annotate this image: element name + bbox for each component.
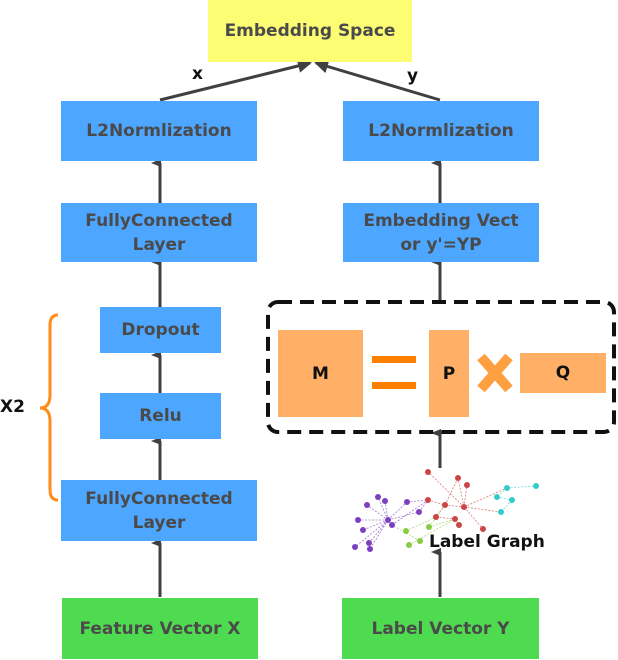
matrix-m: M (278, 330, 363, 417)
relu-box: Relu (100, 393, 221, 439)
graph-node (404, 499, 410, 505)
left-fc-bottom-box: FullyConnected Layer (61, 480, 257, 541)
graph-node (375, 494, 381, 500)
graph-node (498, 509, 504, 515)
graph-edge (406, 499, 429, 503)
graph-node (425, 497, 431, 503)
left-l2norm-box: L2Normlization (61, 101, 257, 161)
graph-edge (463, 506, 502, 513)
graph-node (416, 509, 422, 515)
graph-node (433, 514, 439, 520)
graph-node (382, 498, 388, 504)
embedding-space-box: Embedding Space (208, 0, 412, 62)
left-fc-top-box: FullyConnected Layer (61, 203, 257, 262)
graph-node (364, 502, 370, 508)
graph-node (442, 502, 448, 508)
graph-node (360, 527, 366, 533)
graph-edge (463, 484, 468, 508)
graph-edge (428, 518, 456, 528)
arrow-x-to-embedding (159, 59, 312, 102)
graph-node (352, 544, 358, 550)
graph-node (385, 517, 391, 523)
graph-edge (387, 511, 420, 521)
graph-node (406, 542, 412, 548)
graph-edge (391, 499, 429, 526)
label-graph-caption: Label Graph (429, 532, 545, 552)
graph-node (366, 540, 372, 546)
label-vector-box: Label Vector Y (342, 598, 539, 659)
graph-node (452, 516, 458, 522)
graph-node (417, 538, 423, 544)
graph-edge (444, 477, 459, 506)
repeat-brace (39, 313, 59, 502)
embedding-vector-box: Embedding Vect or y'=YP (343, 203, 539, 262)
graph-node (509, 497, 515, 503)
repeat-label: X2 (0, 397, 25, 417)
graph-edge (368, 519, 389, 544)
graph-edge (369, 519, 389, 550)
edge-label-y: y (407, 66, 419, 86)
equals-icon-bottom (372, 382, 416, 389)
graph-edge (387, 501, 408, 521)
graph-node (426, 524, 432, 530)
graph-edge (463, 506, 484, 530)
arrow-y-to-embedding (314, 59, 441, 102)
graph-node (389, 522, 395, 528)
graph-edge (362, 519, 389, 531)
graph-node (461, 504, 467, 510)
graph-node (494, 494, 500, 500)
graph-edge (457, 477, 465, 508)
multiply-icon (477, 353, 513, 393)
graph-edge (506, 485, 537, 489)
graph-node (504, 485, 510, 491)
edge-label-x: x (192, 64, 203, 84)
graph-node (456, 522, 462, 528)
graph-node (425, 469, 431, 475)
graph-node (455, 475, 461, 481)
dropout-box: Dropout (100, 307, 221, 353)
feature-vector-box: Feature Vector X (62, 598, 258, 659)
right-l2norm-box: L2Normlization (343, 101, 539, 161)
equals-icon-top (372, 356, 416, 363)
graph-node (355, 517, 361, 523)
graph-node (533, 483, 539, 489)
graph-node (403, 528, 409, 534)
matrix-p: P (429, 330, 469, 417)
graph-node (367, 546, 373, 552)
matrix-q: Q (520, 353, 606, 393)
graph-node (464, 482, 470, 488)
